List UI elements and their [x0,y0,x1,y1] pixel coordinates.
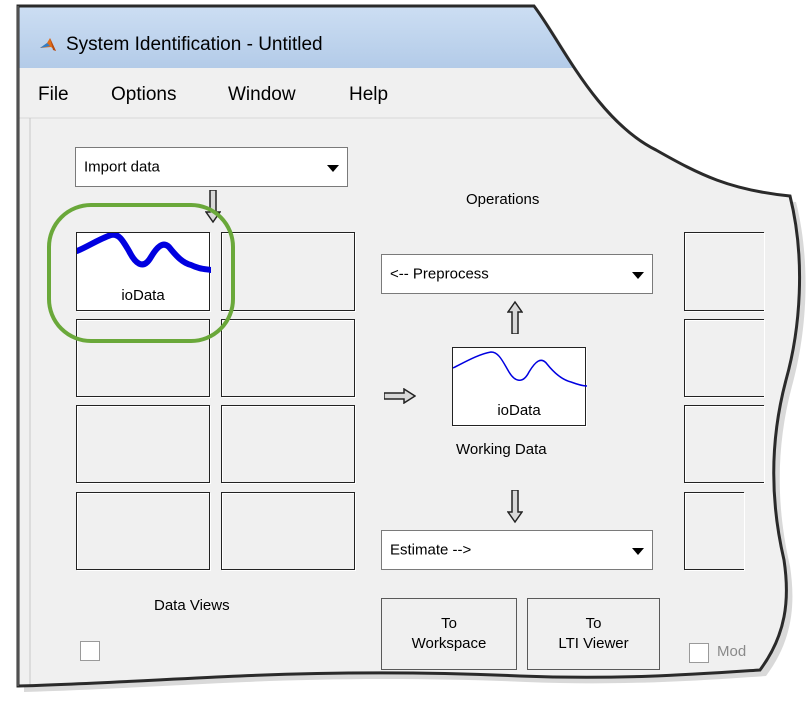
to-workspace-button[interactable]: To Workspace [381,598,517,670]
estimate-value: Estimate --> [390,541,472,559]
model-view-slot-2[interactable] [684,319,764,397]
model-checkbox[interactable] [689,643,709,663]
menu-help[interactable]: Help [349,84,388,106]
data-view-slot-2[interactable] [221,232,355,311]
estimate-dropdown[interactable]: Estimate --> [381,530,653,570]
model-view-slot-4[interactable] [684,492,744,570]
to-lti-viewer-line1: To [585,615,602,632]
data-view-slot-7[interactable] [76,492,210,570]
window-title: System Identification - Untitled [66,34,323,55]
working-data-label: Working Data [456,441,547,458]
data-view-slot-4[interactable] [221,319,355,397]
model-checkbox-label: Mod [717,643,747,660]
screenshot-stage: System Identification - Untitled File Op… [0,0,807,715]
preprocess-value: <-- Preprocess [390,265,489,283]
chevron-down-icon[interactable] [626,533,650,567]
model-view-slot-1[interactable] [684,232,764,311]
working-data-name: ioData [497,402,541,419]
to-workspace-line1: To [441,615,457,632]
working-data-plot [453,351,587,387]
data-view-slot-6[interactable] [221,405,355,483]
arrow-down-icon [506,489,524,524]
menu-window[interactable]: Window [228,84,296,106]
preprocess-dropdown[interactable]: <-- Preprocess [381,254,653,294]
model-view-slot-3[interactable] [684,405,764,483]
to-workspace-line2: Workspace [411,635,487,652]
data-views-checkbox[interactable] [80,641,100,661]
arrow-right-icon [383,387,417,405]
data-view-slot-8[interactable] [221,492,355,570]
data-views-label: Data Views [154,597,230,614]
matlab-logo-icon [38,35,58,55]
operations-label: Operations [466,191,540,208]
chevron-down-icon[interactable] [321,150,345,184]
menu-file[interactable]: File [38,84,69,106]
highlight-ring [47,203,235,343]
data-view-slot-5[interactable] [76,405,210,483]
import-data-value: Import data [84,158,160,176]
to-lti-viewer-line2: LTI Viewer [558,635,629,652]
to-lti-viewer-button[interactable]: To LTI Viewer [527,598,660,670]
arrow-up-icon [506,300,524,335]
menu-options[interactable]: Options [111,84,176,106]
chevron-down-icon[interactable] [626,257,650,291]
import-data-dropdown[interactable]: Import data [75,147,348,187]
working-data-slot[interactable]: ioData [452,347,587,426]
